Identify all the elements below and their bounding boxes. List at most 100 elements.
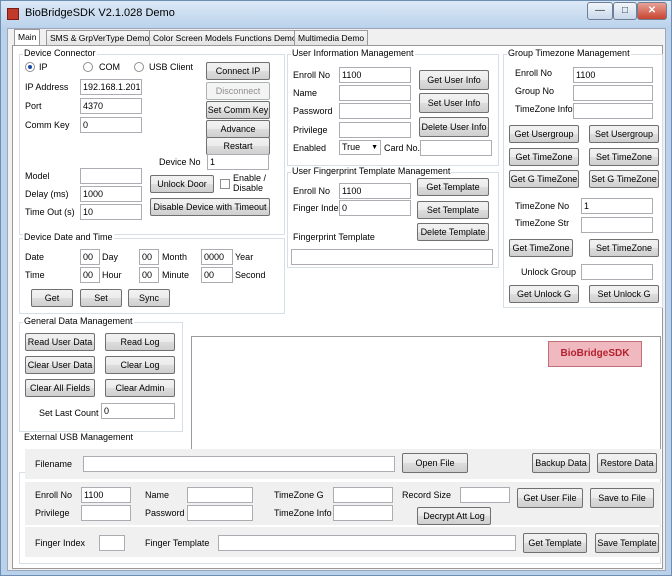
- tz-str-label: TimeZone Str: [515, 218, 570, 228]
- usb-save-template-button[interactable]: Save Template: [595, 533, 659, 553]
- sync-date-button[interactable]: Sync: [128, 289, 170, 307]
- device-no-field[interactable]: 1: [207, 154, 269, 170]
- user-enabled-select[interactable]: True ▼: [339, 140, 381, 155]
- fp-index-field[interactable]: 0: [339, 200, 411, 216]
- last-count-field[interactable]: 0: [101, 403, 175, 419]
- tab-multimedia[interactable]: Multimedia Demo: [294, 30, 369, 45]
- minimize-button[interactable]: —: [587, 2, 613, 20]
- usb-get-template-button[interactable]: Get Template: [523, 533, 587, 553]
- delay-field[interactable]: 1000: [80, 186, 142, 202]
- get-timezone-button[interactable]: Get TimeZone: [509, 148, 579, 166]
- month-field[interactable]: 00: [139, 249, 159, 265]
- usb-tzg-field[interactable]: [333, 487, 393, 503]
- clear-admin-button[interactable]: Clear Admin: [105, 379, 175, 397]
- tz-str-field[interactable]: [581, 217, 653, 233]
- user-privilege-field[interactable]: [339, 122, 411, 138]
- radio-com[interactable]: [83, 62, 93, 72]
- get-user-info-button[interactable]: Get User Info: [419, 70, 489, 90]
- decrypt-att-log-button[interactable]: Decrypt Att Log: [417, 507, 491, 525]
- get-usergroup-button[interactable]: Get Usergroup: [509, 125, 579, 143]
- set-user-info-button[interactable]: Set User Info: [419, 93, 489, 113]
- hour-field[interactable]: 00: [80, 267, 100, 283]
- set-usergroup-button[interactable]: Set Usergroup: [589, 125, 659, 143]
- read-log-button[interactable]: Read Log: [105, 333, 175, 351]
- get-g-timezone-button[interactable]: Get G TimeZone: [509, 170, 579, 188]
- usb-enroll-field[interactable]: 1100: [81, 487, 131, 503]
- disconnect-button[interactable]: Disconnect: [206, 82, 270, 100]
- maximize-button[interactable]: □: [613, 2, 637, 20]
- usb-password-field[interactable]: [187, 505, 253, 521]
- set-comm-key-button[interactable]: Set Comm Key: [206, 101, 270, 119]
- user-password-field[interactable]: [339, 103, 411, 119]
- usb-name-field[interactable]: [187, 487, 253, 503]
- get-timezone-2-button[interactable]: Get TimeZone: [509, 239, 573, 257]
- read-user-data-button[interactable]: Read User Data: [25, 333, 95, 351]
- connect-ip-button[interactable]: Connect IP: [206, 62, 270, 80]
- set-template-button[interactable]: Set Template: [417, 201, 489, 219]
- user-name-field[interactable]: [339, 85, 411, 101]
- port-field[interactable]: 4370: [80, 98, 142, 114]
- usb-privilege-field[interactable]: [81, 505, 131, 521]
- radio-ip[interactable]: [25, 62, 35, 72]
- set-timezone-2-button[interactable]: Set TimeZone: [589, 239, 659, 257]
- get-unlock-g-button[interactable]: Get Unlock G: [509, 285, 579, 303]
- card-no-field[interactable]: [420, 140, 492, 156]
- restart-button[interactable]: Restart: [206, 137, 270, 155]
- day-field[interactable]: 00: [80, 249, 100, 265]
- disable-device-timeout-button[interactable]: Disable Device with Timeout: [150, 198, 270, 216]
- unlock-group-field[interactable]: [581, 264, 653, 280]
- second-field[interactable]: 00: [201, 267, 233, 283]
- advance-button[interactable]: Advance: [206, 120, 270, 138]
- tab-sms-grpvertype[interactable]: SMS & GrpVerType Demo: [46, 30, 154, 45]
- user-password-label: Password: [293, 106, 333, 116]
- gtz-enroll-label: Enroll No: [515, 68, 553, 78]
- tz-info-field[interactable]: [573, 103, 653, 119]
- enable-disable-checkbox[interactable]: [220, 179, 230, 189]
- set-timezone-button[interactable]: Set TimeZone: [589, 148, 659, 166]
- enable-disable-label: Enable / Disable: [233, 173, 267, 193]
- usb-tzinfo-field[interactable]: [333, 505, 393, 521]
- usb-recsize-field[interactable]: [460, 487, 510, 503]
- set-date-button[interactable]: Set: [80, 289, 122, 307]
- open-file-button[interactable]: Open File: [402, 453, 468, 473]
- unlock-door-button[interactable]: Unlock Door: [150, 175, 214, 193]
- group-no-field[interactable]: [573, 85, 653, 101]
- radio-usb-client[interactable]: [134, 62, 144, 72]
- get-template-button[interactable]: Get Template: [417, 178, 489, 196]
- close-button[interactable]: ✕: [637, 2, 667, 20]
- tz-no-field[interactable]: 1: [581, 198, 653, 214]
- fp-enroll-field[interactable]: 1100: [339, 183, 411, 199]
- usb-finger-index-field[interactable]: [99, 535, 125, 551]
- card-no-label: Card No.: [384, 143, 421, 153]
- fingerprint-legend: User Fingerprint Template Management: [291, 166, 452, 176]
- clear-user-data-button[interactable]: Clear User Data: [25, 356, 95, 374]
- delete-user-info-button[interactable]: Delete User Info: [419, 117, 489, 137]
- set-unlock-g-button[interactable]: Set Unlock G: [589, 285, 659, 303]
- usb-password-label: Password: [145, 508, 185, 518]
- delete-template-button[interactable]: Delete Template: [417, 223, 489, 241]
- filename-field[interactable]: [83, 456, 395, 472]
- clear-log-button[interactable]: Clear Log: [105, 356, 175, 374]
- tab-color-screen[interactable]: Color Screen Models Functions Demo: [149, 30, 301, 45]
- year-field[interactable]: 0000: [201, 249, 233, 265]
- save-to-file-button[interactable]: Save to File: [590, 488, 654, 508]
- model-label: Model: [25, 171, 50, 181]
- timeout-field[interactable]: 10: [80, 204, 142, 220]
- set-g-timezone-button[interactable]: Set G TimeZone: [589, 170, 659, 188]
- tab-main[interactable]: Main: [14, 29, 41, 46]
- get-date-button[interactable]: Get: [31, 289, 73, 307]
- usb-finger-template-field[interactable]: [218, 535, 516, 551]
- fp-template-field[interactable]: [291, 249, 493, 265]
- client-area: Main SMS & GrpVerType Demo Color Screen …: [7, 28, 666, 571]
- gtz-enroll-field[interactable]: 1100: [573, 67, 653, 83]
- restore-data-button[interactable]: Restore Data: [597, 453, 657, 473]
- ip-address-field[interactable]: 192.168.1.201: [80, 79, 142, 95]
- user-enroll-field[interactable]: 1100: [339, 67, 411, 83]
- clear-all-fields-button[interactable]: Clear All Fields: [25, 379, 95, 397]
- usb-privilege-label: Privilege: [35, 508, 70, 518]
- get-user-file-button[interactable]: Get User File: [517, 488, 583, 508]
- comm-key-field[interactable]: 0: [80, 117, 142, 133]
- backup-data-button[interactable]: Backup Data: [532, 453, 590, 473]
- minute-field[interactable]: 00: [139, 267, 159, 283]
- model-field[interactable]: [80, 168, 142, 184]
